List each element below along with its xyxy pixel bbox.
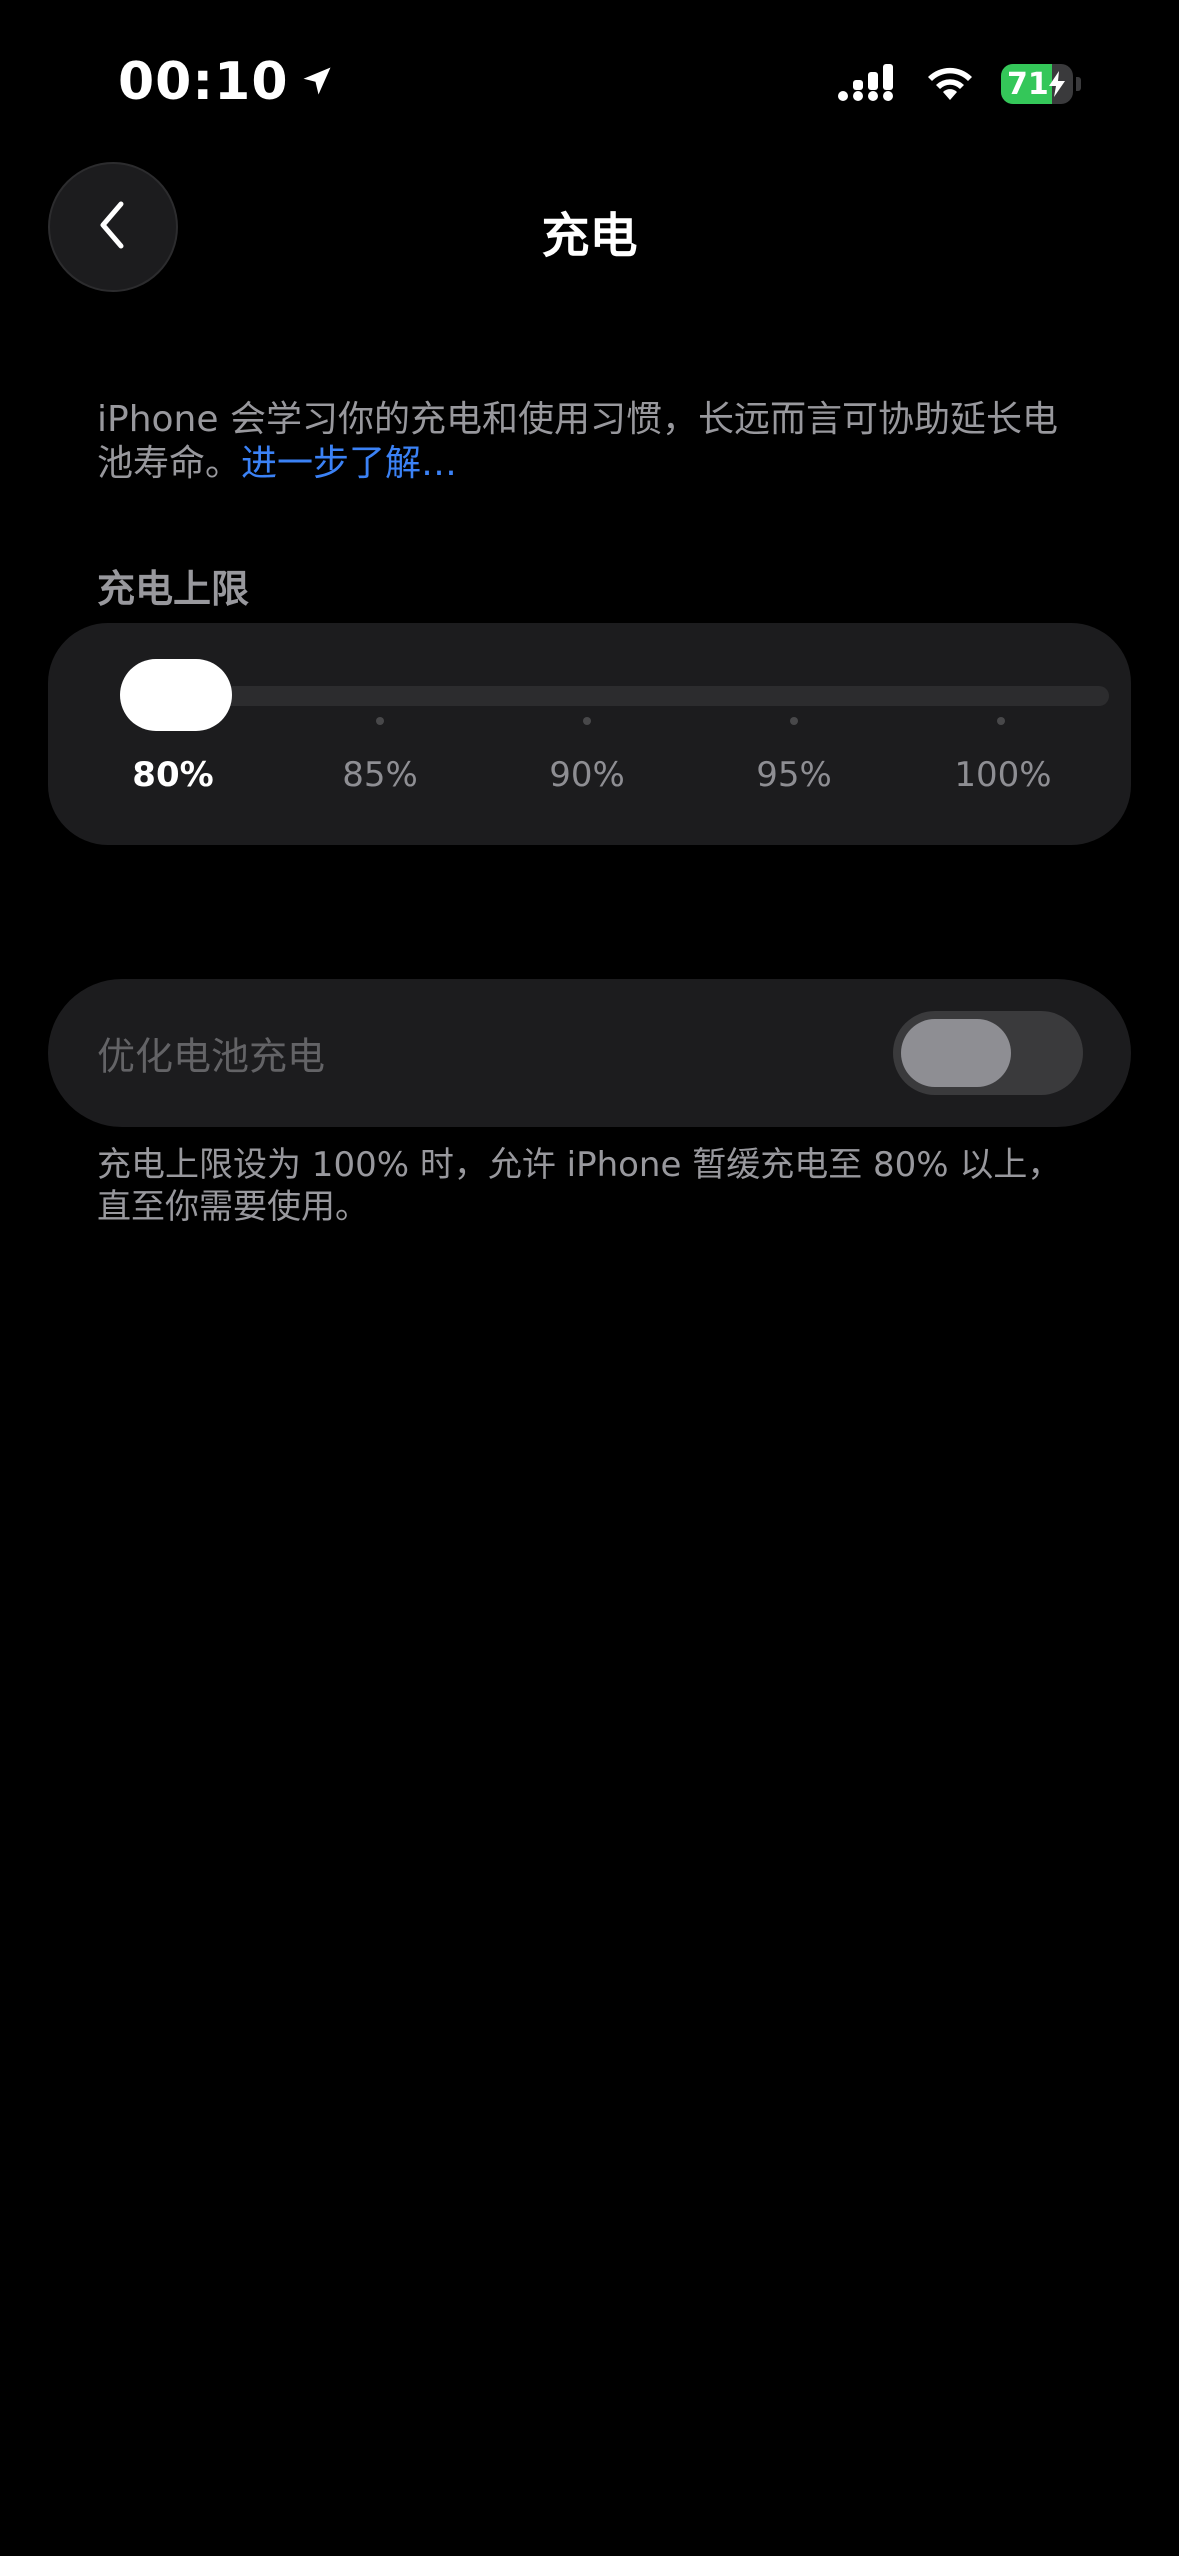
tick-dot (790, 717, 798, 725)
status-time: 00:10 (118, 52, 335, 112)
tick-dot (376, 717, 384, 725)
tick-label-85[interactable]: 85% (320, 755, 440, 795)
page-title: 充电 (541, 208, 638, 264)
wifi-icon (923, 62, 977, 106)
location-arrow-icon (299, 52, 335, 112)
cellular-signal-icon (837, 62, 899, 106)
tick-dot (583, 717, 591, 725)
battery-body: 71 (1001, 64, 1073, 104)
toggle-knob (901, 1019, 1011, 1087)
tick-label-95[interactable]: 95% (734, 755, 854, 795)
section-header-charge-limit: 充电上限 (97, 567, 250, 611)
tick-label-100[interactable]: 100% (943, 755, 1063, 795)
tick-label-80[interactable]: 80% (113, 755, 233, 795)
battery-indicator: 71 (1001, 64, 1081, 104)
battery-level: 71 (1007, 66, 1049, 102)
description: iPhone 会学习你的充电和使用习惯，长远而言可协助延长电池寿命。进一步了解… (97, 398, 1087, 486)
status-indicators: 71 (837, 62, 1081, 106)
tick-label-90[interactable]: 90% (527, 755, 647, 795)
optimize-charging-label: 优化电池充电 (97, 1034, 326, 1079)
tick-dot (997, 717, 1005, 725)
battery-cap (1076, 77, 1081, 91)
charging-bolt-icon (1048, 71, 1065, 97)
charge-limit-slider-thumb[interactable] (120, 659, 232, 731)
optimize-charging-row: 优化电池充电 (48, 979, 1131, 1127)
optimize-charging-toggle[interactable] (893, 1011, 1083, 1095)
charge-limit-slider-track[interactable] (120, 686, 1109, 706)
optimize-footnote: 充电上限设为 100% 时，允许 iPhone 暂缓充电至 80% 以上，直至你… (97, 1145, 1062, 1227)
learn-more-link[interactable]: 进一步了解… (241, 443, 457, 484)
time-text: 00:10 (118, 52, 289, 112)
charge-limit-card: 80% 85% 90% 95% 100% (48, 623, 1131, 845)
